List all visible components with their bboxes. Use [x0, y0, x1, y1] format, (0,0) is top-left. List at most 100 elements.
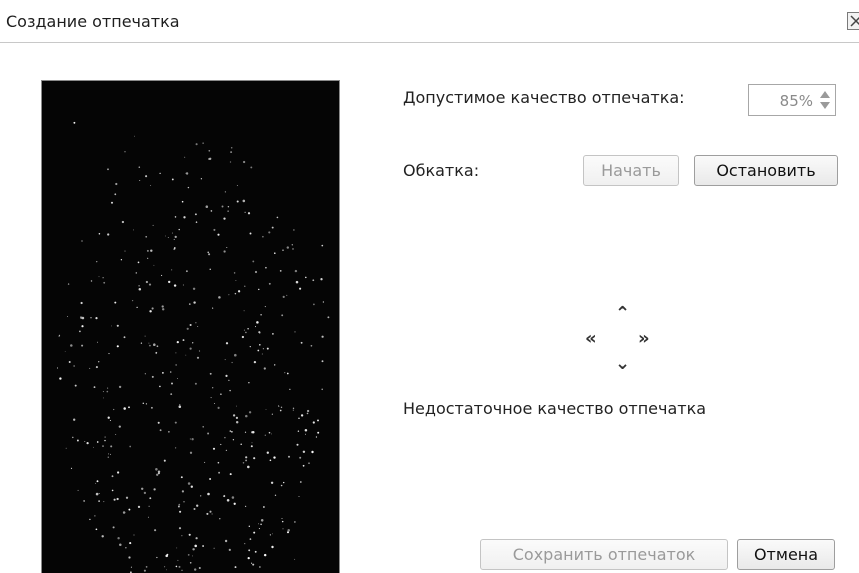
quality-spinbox[interactable]: 85%	[748, 84, 836, 116]
fingerprint-dialog: Создание отпечатка Допустимое качество о…	[0, 0, 859, 573]
fingerprint-speck	[167, 237, 169, 238]
fingerprint-speck	[279, 269, 282, 272]
fingerprint-speck	[212, 447, 216, 450]
fingerprint-speck	[299, 456, 302, 459]
fingerprint-speck	[94, 515, 96, 517]
fingerprint-speck	[282, 295, 285, 298]
fingerprint-speck	[117, 537, 120, 540]
fingerprint-speck	[110, 325, 112, 327]
fingerprint-speck	[56, 367, 59, 369]
title-bar: Создание отпечатка	[0, 0, 859, 43]
fingerprint-speck	[271, 226, 274, 229]
fingerprint-speck	[209, 268, 211, 270]
fingerprint-speck	[150, 406, 153, 409]
fingerprint-speck	[133, 534, 135, 536]
fingerprint-speck	[166, 553, 169, 556]
fingerprint-speck	[242, 462, 245, 464]
fingerprint-speck	[168, 280, 171, 284]
fingerprint-speck	[116, 471, 120, 474]
fingerprint-speck	[194, 544, 197, 548]
fingerprint-speck	[248, 549, 251, 552]
fingerprint-speck	[183, 216, 186, 219]
fingerprint-speck	[298, 496, 300, 497]
fingerprint-speck	[200, 495, 202, 497]
fingerprint-speck	[286, 372, 289, 375]
fingerprint-speck	[269, 534, 272, 536]
fingerprint-speck	[281, 520, 284, 523]
fingerprint-speck	[209, 372, 212, 375]
fingerprint-speck	[90, 280, 93, 282]
fingerprint-speck	[202, 142, 204, 144]
fingerprint-preview	[41, 80, 340, 573]
fingerprint-speck	[96, 480, 99, 483]
spin-arrows[interactable]	[818, 89, 832, 113]
fingerprint-speck	[188, 303, 191, 305]
fingerprint-speck	[282, 528, 284, 530]
fingerprint-speck	[244, 543, 246, 545]
fingerprint-speck	[281, 518, 283, 519]
fingerprint-speck	[321, 388, 323, 391]
cancel-button[interactable]: Отмена	[737, 539, 835, 570]
fingerprint-speck	[180, 476, 183, 479]
fingerprint-speck	[268, 431, 271, 434]
fingerprint-speck	[207, 251, 209, 254]
fingerprint-speck	[107, 168, 109, 171]
fingerprint-speck	[115, 434, 117, 436]
fingerprint-speck	[308, 462, 310, 464]
fingerprint-speck	[207, 432, 210, 435]
fingerprint-speck	[110, 453, 111, 455]
fingerprint-speck	[159, 385, 161, 388]
fingerprint-speck	[192, 287, 196, 291]
fingerprint-speck	[252, 260, 255, 263]
fingerprint-speck	[233, 272, 236, 274]
fingerprint-speck	[270, 481, 274, 485]
fingerprint-speck	[268, 282, 271, 285]
fingerprint-speck	[174, 216, 177, 218]
fingerprint-speck	[174, 447, 177, 449]
start-button[interactable]: Начать	[583, 155, 679, 186]
chevron-up-icon[interactable]	[820, 91, 830, 98]
fingerprint-speck	[226, 247, 228, 249]
fingerprint-speck	[89, 518, 91, 521]
fingerprint-speck	[205, 205, 209, 208]
fingerprint-speck	[297, 430, 300, 432]
fingerprint-speck	[252, 430, 255, 434]
fingerprint-speck	[170, 393, 173, 395]
arrow-right-icon: »	[638, 328, 650, 349]
fingerprint-speck	[181, 569, 183, 571]
fingerprint-speck	[258, 288, 260, 291]
fingerprint-speck	[229, 161, 232, 163]
fingerprint-speck	[103, 281, 106, 284]
fingerprint-speck	[111, 475, 114, 478]
fingerprint-speck	[248, 382, 250, 384]
fingerprint-speck	[229, 389, 231, 392]
fingerprint-speck	[113, 408, 115, 411]
fingerprint-speck	[230, 147, 233, 149]
fingerprint-speck	[249, 345, 251, 348]
stop-button[interactable]: Остановить	[694, 155, 838, 186]
fingerprint-speck	[234, 353, 237, 357]
fingerprint-speck	[244, 505, 247, 508]
fingerprint-speck	[254, 270, 258, 274]
fingerprint-speck	[156, 345, 159, 348]
fingerprint-speck	[153, 264, 155, 266]
close-button[interactable]	[847, 12, 859, 30]
fingerprint-speck	[93, 386, 96, 389]
fingerprint-speck	[111, 489, 114, 492]
fingerprint-speck	[70, 467, 73, 469]
fingerprint-speck	[195, 537, 198, 540]
save-fingerprint-button[interactable]: Сохранить отпечаток	[480, 539, 728, 570]
fingerprint-speck	[268, 231, 271, 234]
fingerprint-speck	[262, 235, 264, 238]
fingerprint-speck	[225, 374, 228, 377]
fingerprint-speck	[287, 455, 291, 458]
fingerprint-speck	[261, 353, 263, 355]
fingerprint-speck	[178, 228, 180, 231]
fingerprint-speck	[143, 491, 147, 495]
chevron-down-icon[interactable]	[820, 102, 830, 109]
fingerprint-speck	[227, 205, 230, 208]
fingerprint-speck	[236, 200, 239, 203]
fingerprint-speck	[109, 419, 111, 422]
fingerprint-speck	[217, 406, 220, 409]
fingerprint-speck	[235, 279, 237, 281]
